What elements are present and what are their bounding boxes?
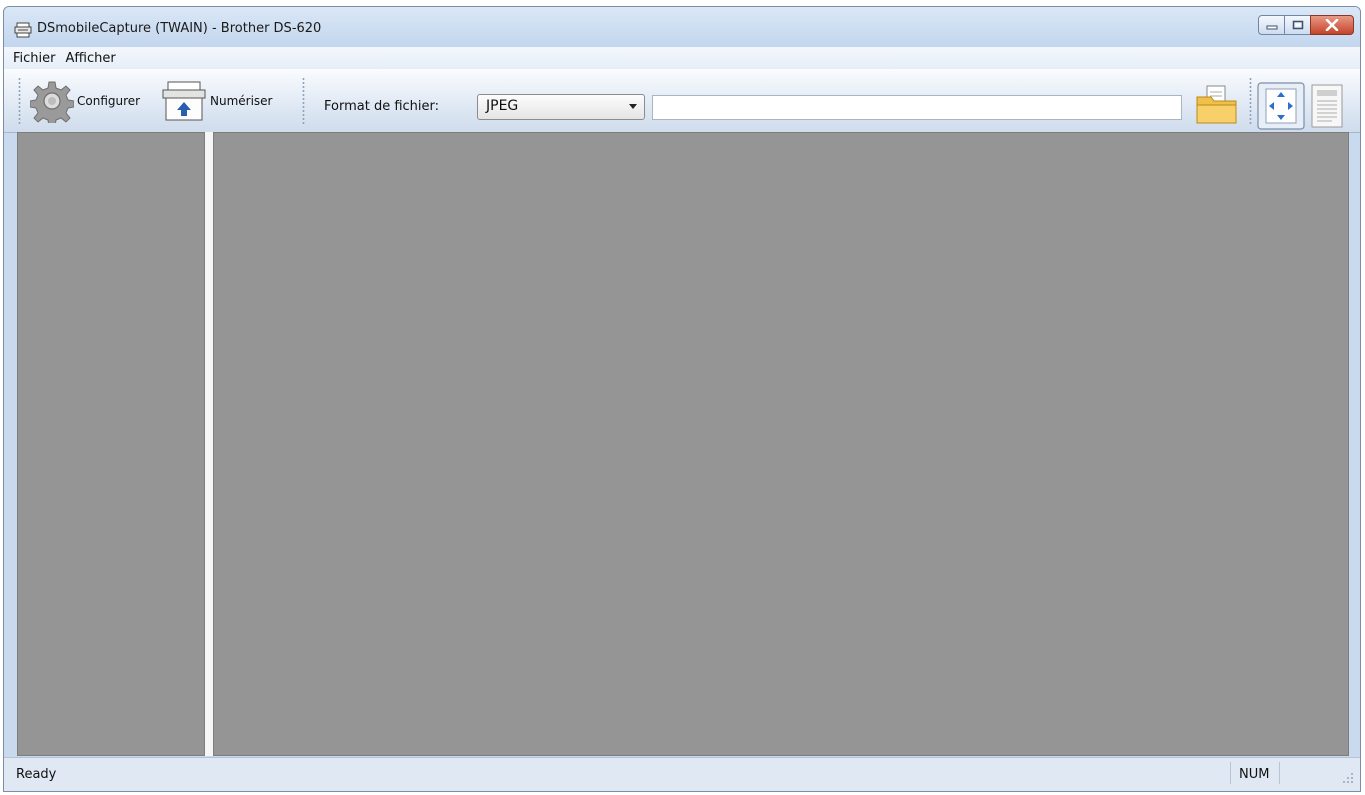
title-bar[interactable]: DSmobileCapture (TWAIN) - Brother DS-620 <box>4 7 1360 47</box>
scan-button[interactable]: Numériser <box>160 81 273 121</box>
toolbar: Configurer Numériser Format de fichier: … <box>4 69 1360 133</box>
menu-afficher[interactable]: Afficher <box>61 51 121 66</box>
file-format-select[interactable]: JPEG <box>477 94 645 120</box>
gear-icon <box>30 81 74 123</box>
file-format-label: Format de fichier: <box>324 99 440 114</box>
configure-button[interactable]: Configurer <box>30 81 141 123</box>
maximize-icon <box>1292 20 1303 30</box>
page-view-icon[interactable] <box>1310 83 1344 129</box>
scanner-upload-icon <box>162 81 206 121</box>
minimize-icon <box>1266 25 1277 30</box>
app-window: DSmobileCapture (TWAIN) - Brother DS-620 <box>3 6 1361 792</box>
toolbar-separator-2[interactable] <box>1249 77 1252 125</box>
num-lock-indicator: NUM <box>1230 762 1280 784</box>
fit-to-window-icon[interactable] <box>1257 82 1305 130</box>
scanner-icon <box>14 22 32 38</box>
toolbar-grip[interactable] <box>18 77 21 125</box>
menu-fichier[interactable]: Fichier <box>8 51 61 66</box>
image-preview-panel[interactable] <box>213 132 1349 756</box>
close-icon <box>1325 19 1339 31</box>
minimize-button[interactable] <box>1258 15 1285 35</box>
thumbnail-panel[interactable] <box>17 132 205 756</box>
status-text: Ready <box>16 767 57 782</box>
window-title: DSmobileCapture (TWAIN) - Brother DS-620 <box>37 21 322 36</box>
panel-splitter[interactable] <box>205 132 213 756</box>
toolbar-separator[interactable] <box>302 77 305 125</box>
close-button[interactable] <box>1310 15 1354 35</box>
maximize-button[interactable] <box>1284 15 1311 35</box>
window-controls <box>1258 15 1354 37</box>
file-format-value: JPEG <box>486 98 519 114</box>
configure-label: Configurer <box>77 94 141 108</box>
menu-bar: Fichier Afficher <box>4 47 1360 69</box>
scan-label: Numériser <box>210 94 273 108</box>
status-bar: Ready NUM <box>4 757 1360 791</box>
open-folder-icon[interactable] <box>1194 83 1240 129</box>
chevron-down-icon <box>629 104 637 109</box>
file-path-input[interactable] <box>652 95 1182 120</box>
resize-grip-icon[interactable] <box>1340 770 1354 784</box>
